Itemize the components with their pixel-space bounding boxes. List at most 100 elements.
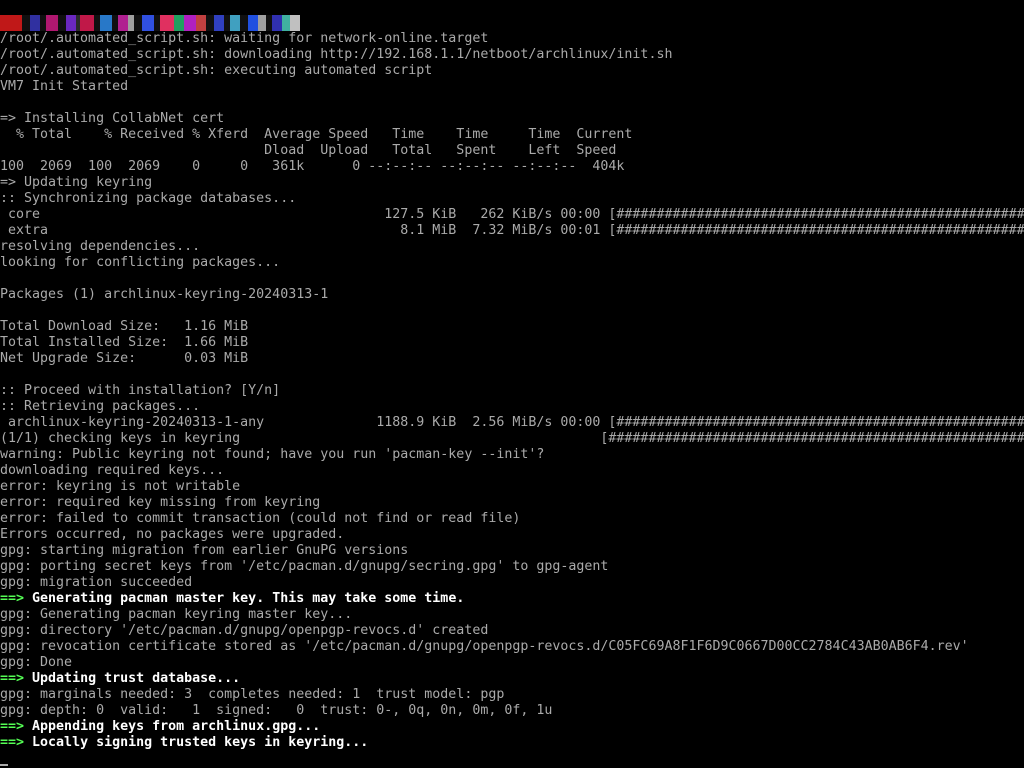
terminal-line: /root/.automated_script.sh: waiting for …: [0, 31, 1024, 47]
glitch-segment: [30, 15, 40, 31]
terminal-line-text: % Total % Received % Xferd Average Speed…: [0, 127, 633, 142]
terminal-line: gpg: depth: 0 valid: 1 signed: 0 trust: …: [0, 703, 1024, 719]
terminal-line-text: (1/1) checking keys in keyring [########…: [0, 431, 1024, 446]
terminal-line-text: :: Synchronizing package databases...: [0, 191, 297, 206]
terminal-line-text: downloading required keys...: [0, 463, 225, 478]
terminal-line: /root/.automated_script.sh: downloading …: [0, 47, 1024, 63]
terminal-line: error: keyring is not writable: [0, 479, 1024, 495]
glitch-segment: [0, 15, 22, 31]
terminal-line: extra 8.1 MiB 7.32 MiB/s 00:01 [########…: [0, 223, 1024, 239]
terminal-line-text: gpg: marginals needed: 3 completes neede…: [0, 687, 505, 702]
terminal-line-text: archlinux-keyring-20240313-1-any 1188.9 …: [0, 415, 1024, 430]
terminal-line-text: /root/.automated_script.sh: waiting for …: [0, 31, 489, 46]
terminal-line: 100 2069 100 2069 0 0 361k 0 --:--:-- --…: [0, 159, 1024, 175]
terminal-line: => Installing CollabNet cert: [0, 111, 1024, 127]
terminal-line: ==> Generating pacman master key. This m…: [0, 591, 1024, 607]
terminal-line-text: error: required key missing from keyring: [0, 495, 321, 510]
terminal-line: :: Retrieving packages...: [0, 399, 1024, 415]
glitch-segment: [174, 15, 184, 31]
glitch-segment: [184, 15, 196, 31]
terminal-line-text: resolving dependencies...: [0, 239, 201, 254]
terminal-line: gpg: Generating pacman keyring master ke…: [0, 607, 1024, 623]
glitch-segment: [142, 15, 154, 31]
terminal-line: gpg: Done: [0, 655, 1024, 671]
terminal-line: Packages (1) archlinux-keyring-20240313-…: [0, 287, 1024, 303]
terminal-line: archlinux-keyring-20240313-1-any 1188.9 …: [0, 415, 1024, 431]
terminal-line: core 127.5 KiB 262 KiB/s 00:00 [########…: [0, 207, 1024, 223]
terminal-line-text: extra 8.1 MiB 7.32 MiB/s 00:01 [########…: [0, 223, 1024, 238]
terminal-line: Errors occurred, no packages were upgrad…: [0, 527, 1024, 543]
terminal-line: gpg: porting secret keys from '/etc/pacm…: [0, 559, 1024, 575]
glitch-segment: [134, 15, 142, 31]
glitch-segment: [100, 15, 112, 31]
glitch-segment: [196, 15, 206, 31]
terminal-line-text: gpg: Generating pacman keyring master ke…: [0, 607, 353, 622]
terminal-line-text: gpg: porting secret keys from '/etc/pacm…: [0, 559, 609, 574]
terminal-line-text: looking for conflicting packages...: [0, 255, 281, 270]
terminal-line-text: Locally signing trusted keys in keyring.…: [24, 735, 369, 750]
terminal-line: gpg: directory '/etc/pacman.d/gnupg/open…: [0, 623, 1024, 639]
glitch-segment: [258, 15, 266, 31]
glitch-segment: [290, 15, 300, 31]
terminal-line-text: gpg: directory '/etc/pacman.d/gnupg/open…: [0, 623, 489, 638]
glitch-segment: [230, 15, 240, 31]
terminal-line: Total Download Size: 1.16 MiB: [0, 319, 1024, 335]
terminal-line: (1/1) checking keys in keyring [########…: [0, 431, 1024, 447]
terminal-line-text: :: Proceed with installation? [Y/n]: [0, 383, 281, 398]
prompt-arrow: ==>: [0, 735, 25, 750]
terminal-line: => Updating keyring: [0, 175, 1024, 191]
terminal-line-text: => Updating keyring: [0, 175, 153, 190]
terminal-line: warning: Public keyring not found; have …: [0, 447, 1024, 463]
terminal-line-text: core 127.5 KiB 262 KiB/s 00:00 [########…: [0, 207, 1024, 222]
prompt-arrow: ==>: [0, 719, 25, 734]
terminal-line: gpg: starting migration from earlier Gnu…: [0, 543, 1024, 559]
terminal-line-text: VM7 Init Started: [0, 79, 129, 94]
terminal-line: :: Synchronizing package databases...: [0, 191, 1024, 207]
glitch-segment: [240, 15, 248, 31]
terminal-line-text: gpg: revocation certificate stored as '/…: [0, 639, 969, 654]
terminal-line-text: 100 2069 100 2069 0 0 361k 0 --:--:-- --…: [0, 159, 625, 174]
prompt-arrow: ==>: [0, 671, 25, 686]
glitch-segment: [118, 15, 128, 31]
glitch-segment: [58, 15, 66, 31]
terminal-line-text: gpg: migration succeeded: [0, 575, 193, 590]
glitch-segment: [66, 15, 76, 31]
terminal-line-text: Net Upgrade Size: 0.03 MiB: [0, 351, 249, 366]
glitch-segment: [214, 15, 224, 31]
terminal-line: :: Proceed with installation? [Y/n]: [0, 383, 1024, 399]
terminal-line-text: error: failed to commit transaction (cou…: [0, 511, 521, 526]
glitch-segment: [272, 15, 282, 31]
terminal-line: error: required key missing from keyring: [0, 495, 1024, 511]
prompt-arrow: ==>: [0, 591, 25, 606]
terminal-line-text: /root/.automated_script.sh: executing au…: [0, 63, 433, 78]
terminal-line: error: failed to commit transaction (cou…: [0, 511, 1024, 527]
glitch-segment: [46, 15, 58, 31]
terminal-line-text: Total Installed Size: 1.66 MiB: [0, 335, 249, 350]
glitch-segment: [160, 15, 174, 31]
glitch-segment: [22, 15, 30, 31]
terminal-line-text: warning: Public keyring not found; have …: [0, 447, 545, 462]
glitch-segment: [282, 15, 290, 31]
terminal-line-text: Errors occurred, no packages were upgrad…: [0, 527, 345, 542]
terminal-line-text: => Installing CollabNet cert: [0, 111, 225, 126]
terminal-line-text: Total Download Size: 1.16 MiB: [0, 319, 249, 334]
terminal-line-text: gpg: depth: 0 valid: 1 signed: 0 trust: …: [0, 703, 553, 718]
terminal-line: resolving dependencies...: [0, 239, 1024, 255]
terminal-line: downloading required keys...: [0, 463, 1024, 479]
glitch-segment: [80, 15, 94, 31]
terminal-output[interactable]: /root/.automated_script.sh: waiting for …: [0, 31, 1024, 768]
terminal-line: gpg: marginals needed: 3 completes neede…: [0, 687, 1024, 703]
terminal-line-text: Generating pacman master key. This may t…: [24, 591, 465, 606]
terminal-line: Net Upgrade Size: 0.03 MiB: [0, 351, 1024, 367]
terminal-line-text: Dload Upload Total Spent Left Speed: [0, 143, 617, 158]
terminal-line-text: Packages (1) archlinux-keyring-20240313-…: [0, 287, 329, 302]
terminal-line: /root/.automated_script.sh: executing au…: [0, 63, 1024, 79]
terminal-line: Total Installed Size: 1.66 MiB: [0, 335, 1024, 351]
terminal-line: Dload Upload Total Spent Left Speed: [0, 143, 1024, 159]
terminal-line-text: gpg: starting migration from earlier Gnu…: [0, 543, 409, 558]
terminal-line: ==> Appending keys from archlinux.gpg...: [0, 719, 1024, 735]
